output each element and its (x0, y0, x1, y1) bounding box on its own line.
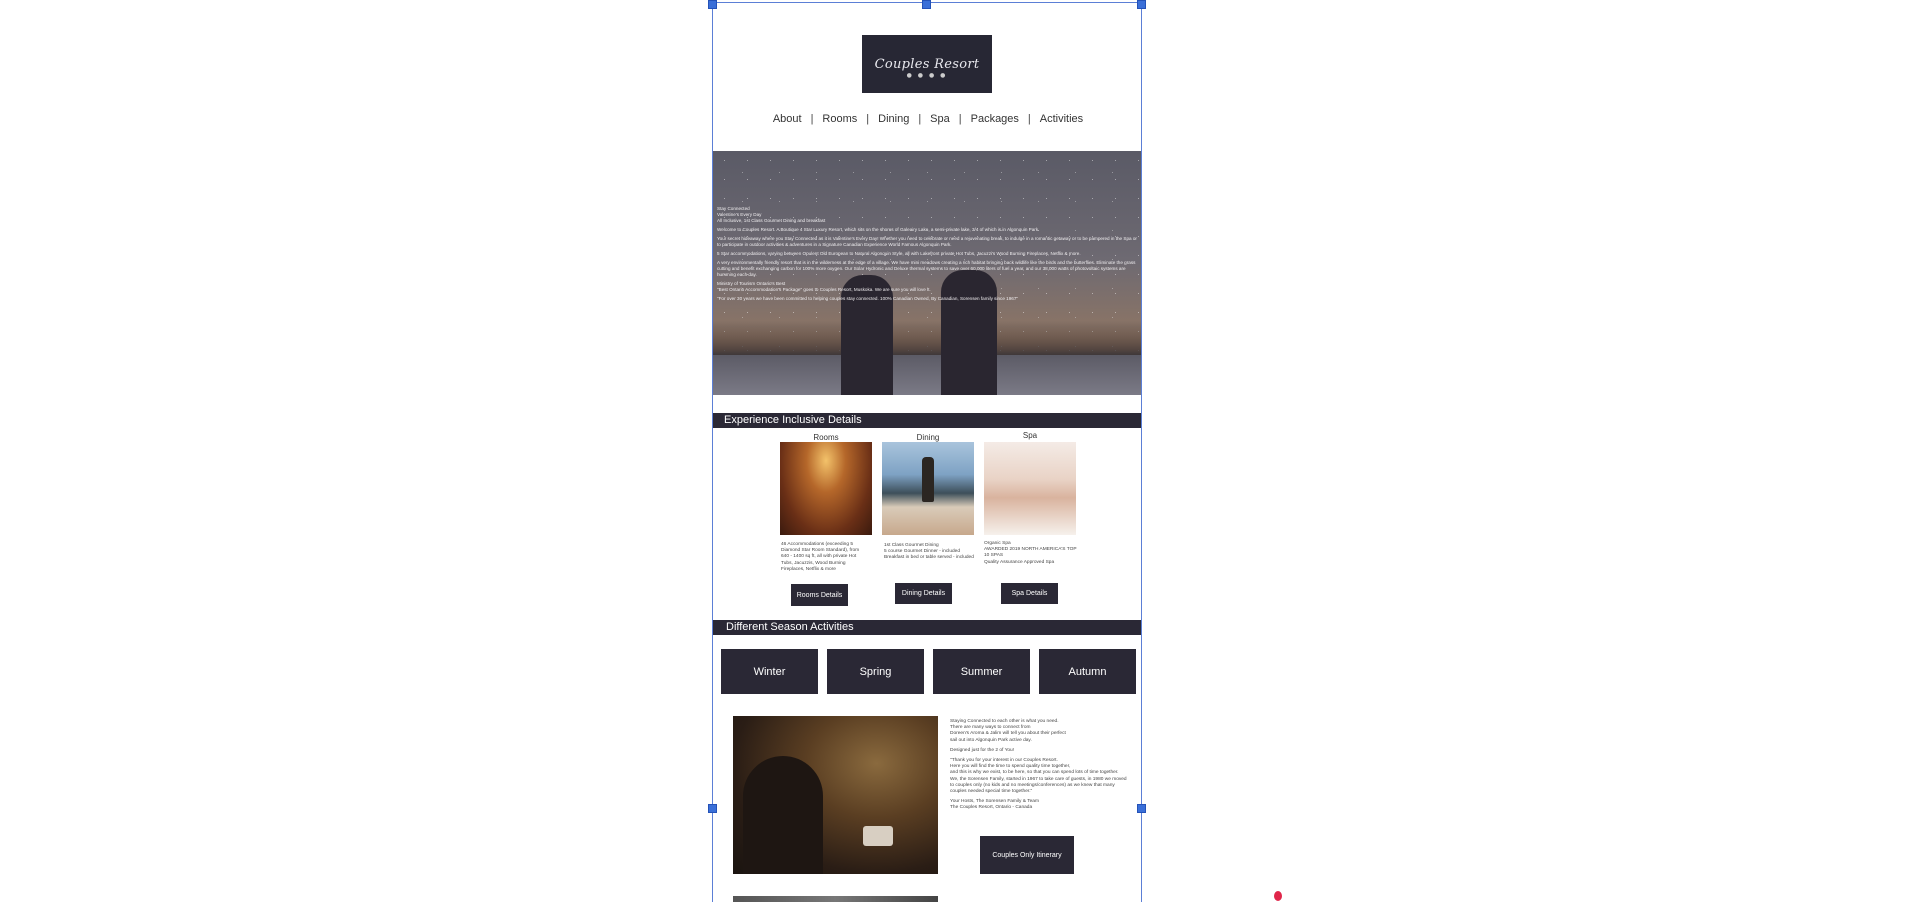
inclusive-heading: Experience Inclusive Details (713, 413, 1141, 428)
couples-itinerary-button[interactable]: Couples Only Itinerary (980, 836, 1074, 874)
nav-packages[interactable]: Packages (971, 113, 1019, 125)
next-photo-partial (733, 896, 938, 902)
spa-details-button[interactable]: Spa Details (1001, 583, 1058, 604)
nav-activities[interactable]: Activities (1040, 113, 1083, 125)
hero-paragraph: Your secret hideaway where you Stay Conn… (717, 236, 1137, 247)
dining-label: Dining (916, 433, 940, 442)
dining-text: 1st Class Gourmet Dining 5 course Gourme… (884, 543, 974, 561)
hero-paragraph: 5 Star accommodations, varying between O… (717, 251, 1081, 256)
rooms-details-button[interactable]: Rooms Details (791, 584, 848, 606)
resize-handle-top-center[interactable] (922, 0, 931, 9)
season-autumn-button[interactable]: Autumn (1039, 649, 1136, 694)
season-spring-button[interactable]: Spring (827, 649, 924, 694)
logo-dots: ● ● ● ● (906, 72, 948, 79)
logo-text: Couples Resort (874, 56, 980, 72)
photo-person (743, 756, 823, 874)
rooms-text: 46 Accommodations (exceeding 5 Diamond S… (781, 542, 860, 572)
season-winter-button[interactable]: Winter (721, 649, 818, 694)
hero-paragraph: Ministry of Tourism Ontario's Best "Best… (717, 281, 931, 292)
hero-text: Stay Connected Valentine's Every Day All… (717, 206, 1141, 305)
couple-dinner-photo[interactable] (733, 716, 938, 874)
nav-separator: | (810, 113, 814, 125)
nav-about[interactable]: About (773, 113, 802, 125)
nav-dining[interactable]: Dining (878, 113, 909, 125)
nav-separator: | (958, 113, 962, 125)
story-paragraph: Designed just for the 2 of You! (950, 747, 1015, 753)
nav-separator: | (918, 113, 922, 125)
hero-paragraph: "For over 30 years we have been committe… (717, 296, 1019, 301)
nav-spa[interactable]: Spa (930, 113, 950, 125)
hero-paragraph: A very environmentally friendly resort t… (717, 260, 1136, 277)
season-summer-button[interactable]: Summer (933, 649, 1030, 694)
story-paragraph: "Thank you for your interest in our Coup… (950, 758, 1127, 795)
nav-separator: | (866, 113, 870, 125)
resize-handle-top-left[interactable] (708, 0, 717, 9)
spa-photo[interactable] (984, 442, 1076, 535)
hero-banner: Stay Connected Valentine's Every Day All… (713, 151, 1141, 395)
hero-snow (713, 355, 1141, 395)
cursor-indicator-icon (1274, 891, 1282, 901)
seasons-heading: Different Season Activities (713, 620, 1141, 635)
wine-bottle-icon (922, 457, 934, 502)
dining-details-button[interactable]: Dining Details (895, 583, 952, 604)
main-nav: About | Rooms | Dining | Spa | Packages | Activiti… (713, 113, 1141, 125)
resort-logo[interactable]: Couples Resort ● ● ● ● (862, 35, 992, 93)
story-paragraph: Your Hosts, The Sorensen Family & Team T… (950, 799, 1039, 811)
resize-handle-top-right[interactable] (1137, 0, 1146, 9)
editor-canvas: Couples Resort ● ● ● ● About | Rooms | Dinin… (0, 0, 1920, 902)
hero-paragraph: Welcome to Couples Resort. A Boutique 4 … (717, 227, 1040, 232)
rooms-photo[interactable] (780, 442, 872, 535)
rooms-label: Rooms (813, 433, 839, 442)
story-paragraph: Staying Connected to each other is what … (950, 719, 1066, 743)
resize-handle-middle-left[interactable] (708, 804, 717, 813)
hero-paragraph: Stay Connected Valentine's Every Day All… (717, 206, 826, 223)
nav-separator: | (1027, 113, 1031, 125)
story-text: Staying Connected to each other is what … (950, 719, 1135, 816)
dining-photo[interactable] (882, 442, 974, 535)
resize-handle-middle-right[interactable] (1137, 804, 1146, 813)
photo-table-detail (863, 826, 893, 846)
page-artboard[interactable]: Couples Resort ● ● ● ● About | Rooms | Dinin… (712, 2, 1142, 902)
nav-rooms[interactable]: Rooms (822, 113, 857, 125)
spa-text: Organic Spa AWARDED 2019 NORTH AMERICA'S… (984, 541, 1077, 565)
spa-label: Spa (1022, 431, 1038, 440)
